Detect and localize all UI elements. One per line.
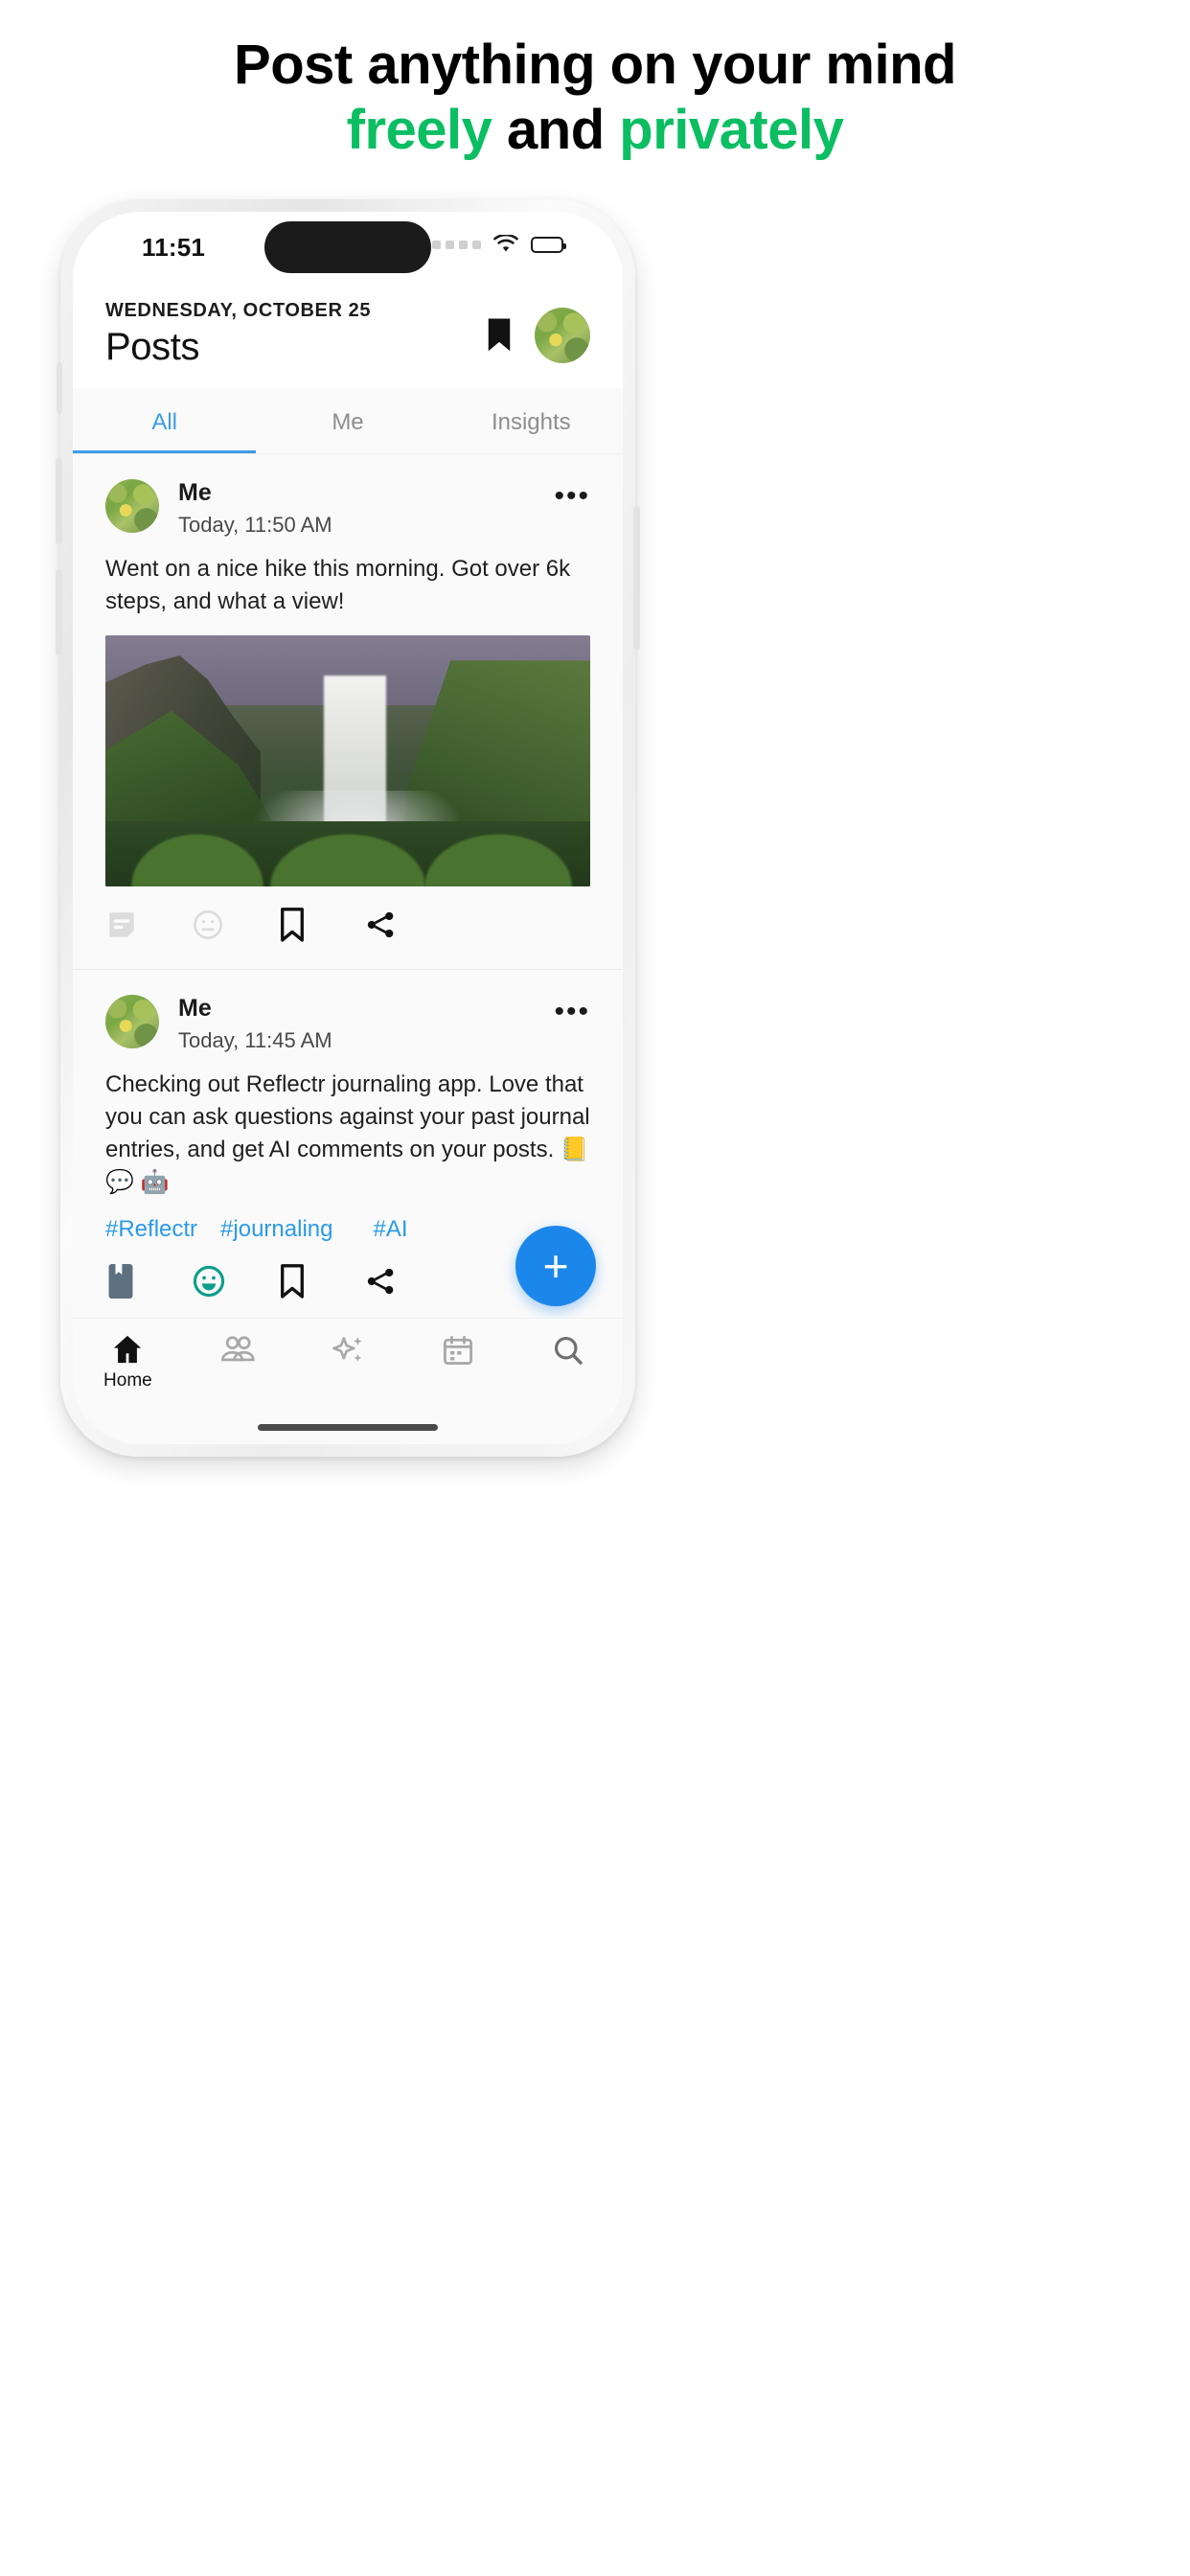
post-header: Me Today, 11:50 AM ••• — [105, 479, 590, 538]
post-header: Me Today, 11:45 AM ••• — [105, 995, 590, 1053]
tab-all[interactable]: All — [73, 388, 256, 453]
post-avatar[interactable] — [105, 995, 159, 1048]
signal-dots-icon — [432, 241, 481, 249]
status-bar: 11:51 — [73, 212, 623, 287]
post-meta: Me Today, 11:50 AM — [178, 479, 535, 538]
app-header: WEDNESDAY, OCTOBER 25 Posts — [73, 287, 623, 388]
status-time: 11:51 — [142, 233, 205, 263]
post-author: Me — [178, 479, 535, 507]
bookmark-icon[interactable] — [278, 908, 364, 942]
nav-item-home[interactable]: Home — [73, 1334, 183, 1392]
tab-insights[interactable]: Insights — [440, 388, 623, 453]
journal-icon[interactable] — [105, 1264, 192, 1299]
volume-down-button — [56, 569, 62, 656]
dynamic-island — [264, 221, 431, 273]
post-feed: Me Today, 11:50 AM ••• Went on a nice hi… — [73, 454, 623, 1325]
nav-item-search[interactable] — [513, 1334, 623, 1367]
page-title: Posts — [105, 326, 371, 369]
share-icon[interactable] — [364, 1264, 450, 1299]
create-post-fab[interactable]: + — [515, 1226, 596, 1306]
sparkles-icon — [331, 1334, 365, 1367]
battery-icon — [531, 237, 563, 253]
post-actions — [105, 886, 590, 959]
post-item: Me Today, 11:50 AM ••• Went on a nice hi… — [73, 454, 623, 969]
plus-icon: + — [543, 1244, 569, 1288]
post-timestamp: Today, 11:50 AM — [178, 513, 535, 538]
headline-word-privately: privately — [619, 99, 843, 161]
calendar-icon — [442, 1334, 474, 1367]
people-icon — [219, 1334, 256, 1365]
avatar[interactable] — [535, 308, 590, 363]
nav-item-insights[interactable] — [293, 1334, 403, 1367]
nav-item-people[interactable] — [183, 1334, 293, 1365]
mute-switch — [57, 362, 62, 414]
home-indicator — [258, 1424, 438, 1431]
post-avatar[interactable] — [105, 479, 159, 533]
tab-bar: All Me Insights — [73, 388, 623, 454]
promo-headline: Post anything on your mind freely and pr… — [0, 0, 1190, 163]
volume-up-button — [56, 458, 62, 544]
nav-label-home: Home — [103, 1370, 152, 1392]
post-body: Checking out Reflectr journaling app. Lo… — [105, 1069, 590, 1199]
post-image[interactable] — [105, 635, 590, 886]
mood-neutral-icon[interactable] — [192, 908, 278, 942]
headline-word-freely: freely — [347, 99, 492, 161]
headline-line-1: Post anything on your mind — [0, 33, 1190, 98]
mood-happy-icon[interactable] — [192, 1264, 278, 1299]
post-meta: Me Today, 11:45 AM — [178, 995, 535, 1053]
bookmark-icon[interactable] — [278, 1264, 364, 1299]
note-icon[interactable] — [105, 908, 192, 942]
status-icons — [432, 235, 563, 254]
tab-me[interactable]: Me — [256, 388, 439, 453]
share-icon[interactable] — [364, 908, 450, 942]
power-button — [633, 506, 640, 650]
phone-screen: 11:51 WEDNESDAY, OCTOBER 25 Posts — [73, 212, 623, 1444]
post-author: Me — [178, 995, 535, 1023]
hashtag[interactable]: #journaling — [220, 1216, 332, 1243]
post-more-button[interactable]: ••• — [554, 479, 590, 508]
header-text-block: WEDNESDAY, OCTOBER 25 Posts — [105, 300, 371, 369]
bookmark-filled-icon[interactable] — [485, 317, 514, 354]
nav-item-calendar[interactable] — [402, 1334, 513, 1367]
header-date: WEDNESDAY, OCTOBER 25 — [105, 300, 371, 322]
phone-mockup: 11:51 WEDNESDAY, OCTOBER 25 Posts — [60, 199, 635, 1457]
post-body: Went on a nice hike this morning. Got ov… — [105, 553, 590, 618]
header-actions — [485, 300, 590, 363]
hashtag[interactable]: #AI — [373, 1216, 407, 1243]
post-timestamp: Today, 11:45 AM — [178, 1028, 535, 1053]
hashtag[interactable]: #Reflectr — [105, 1216, 197, 1243]
wifi-icon — [492, 235, 519, 254]
headline-line-2: freely and privately — [0, 98, 1190, 163]
post-more-button[interactable]: ••• — [554, 995, 590, 1024]
headline-word-and: and — [492, 99, 619, 161]
hashtag-list: #Reflectr #journaling #AI — [105, 1216, 590, 1243]
search-icon — [552, 1334, 584, 1367]
home-icon — [111, 1334, 144, 1365]
